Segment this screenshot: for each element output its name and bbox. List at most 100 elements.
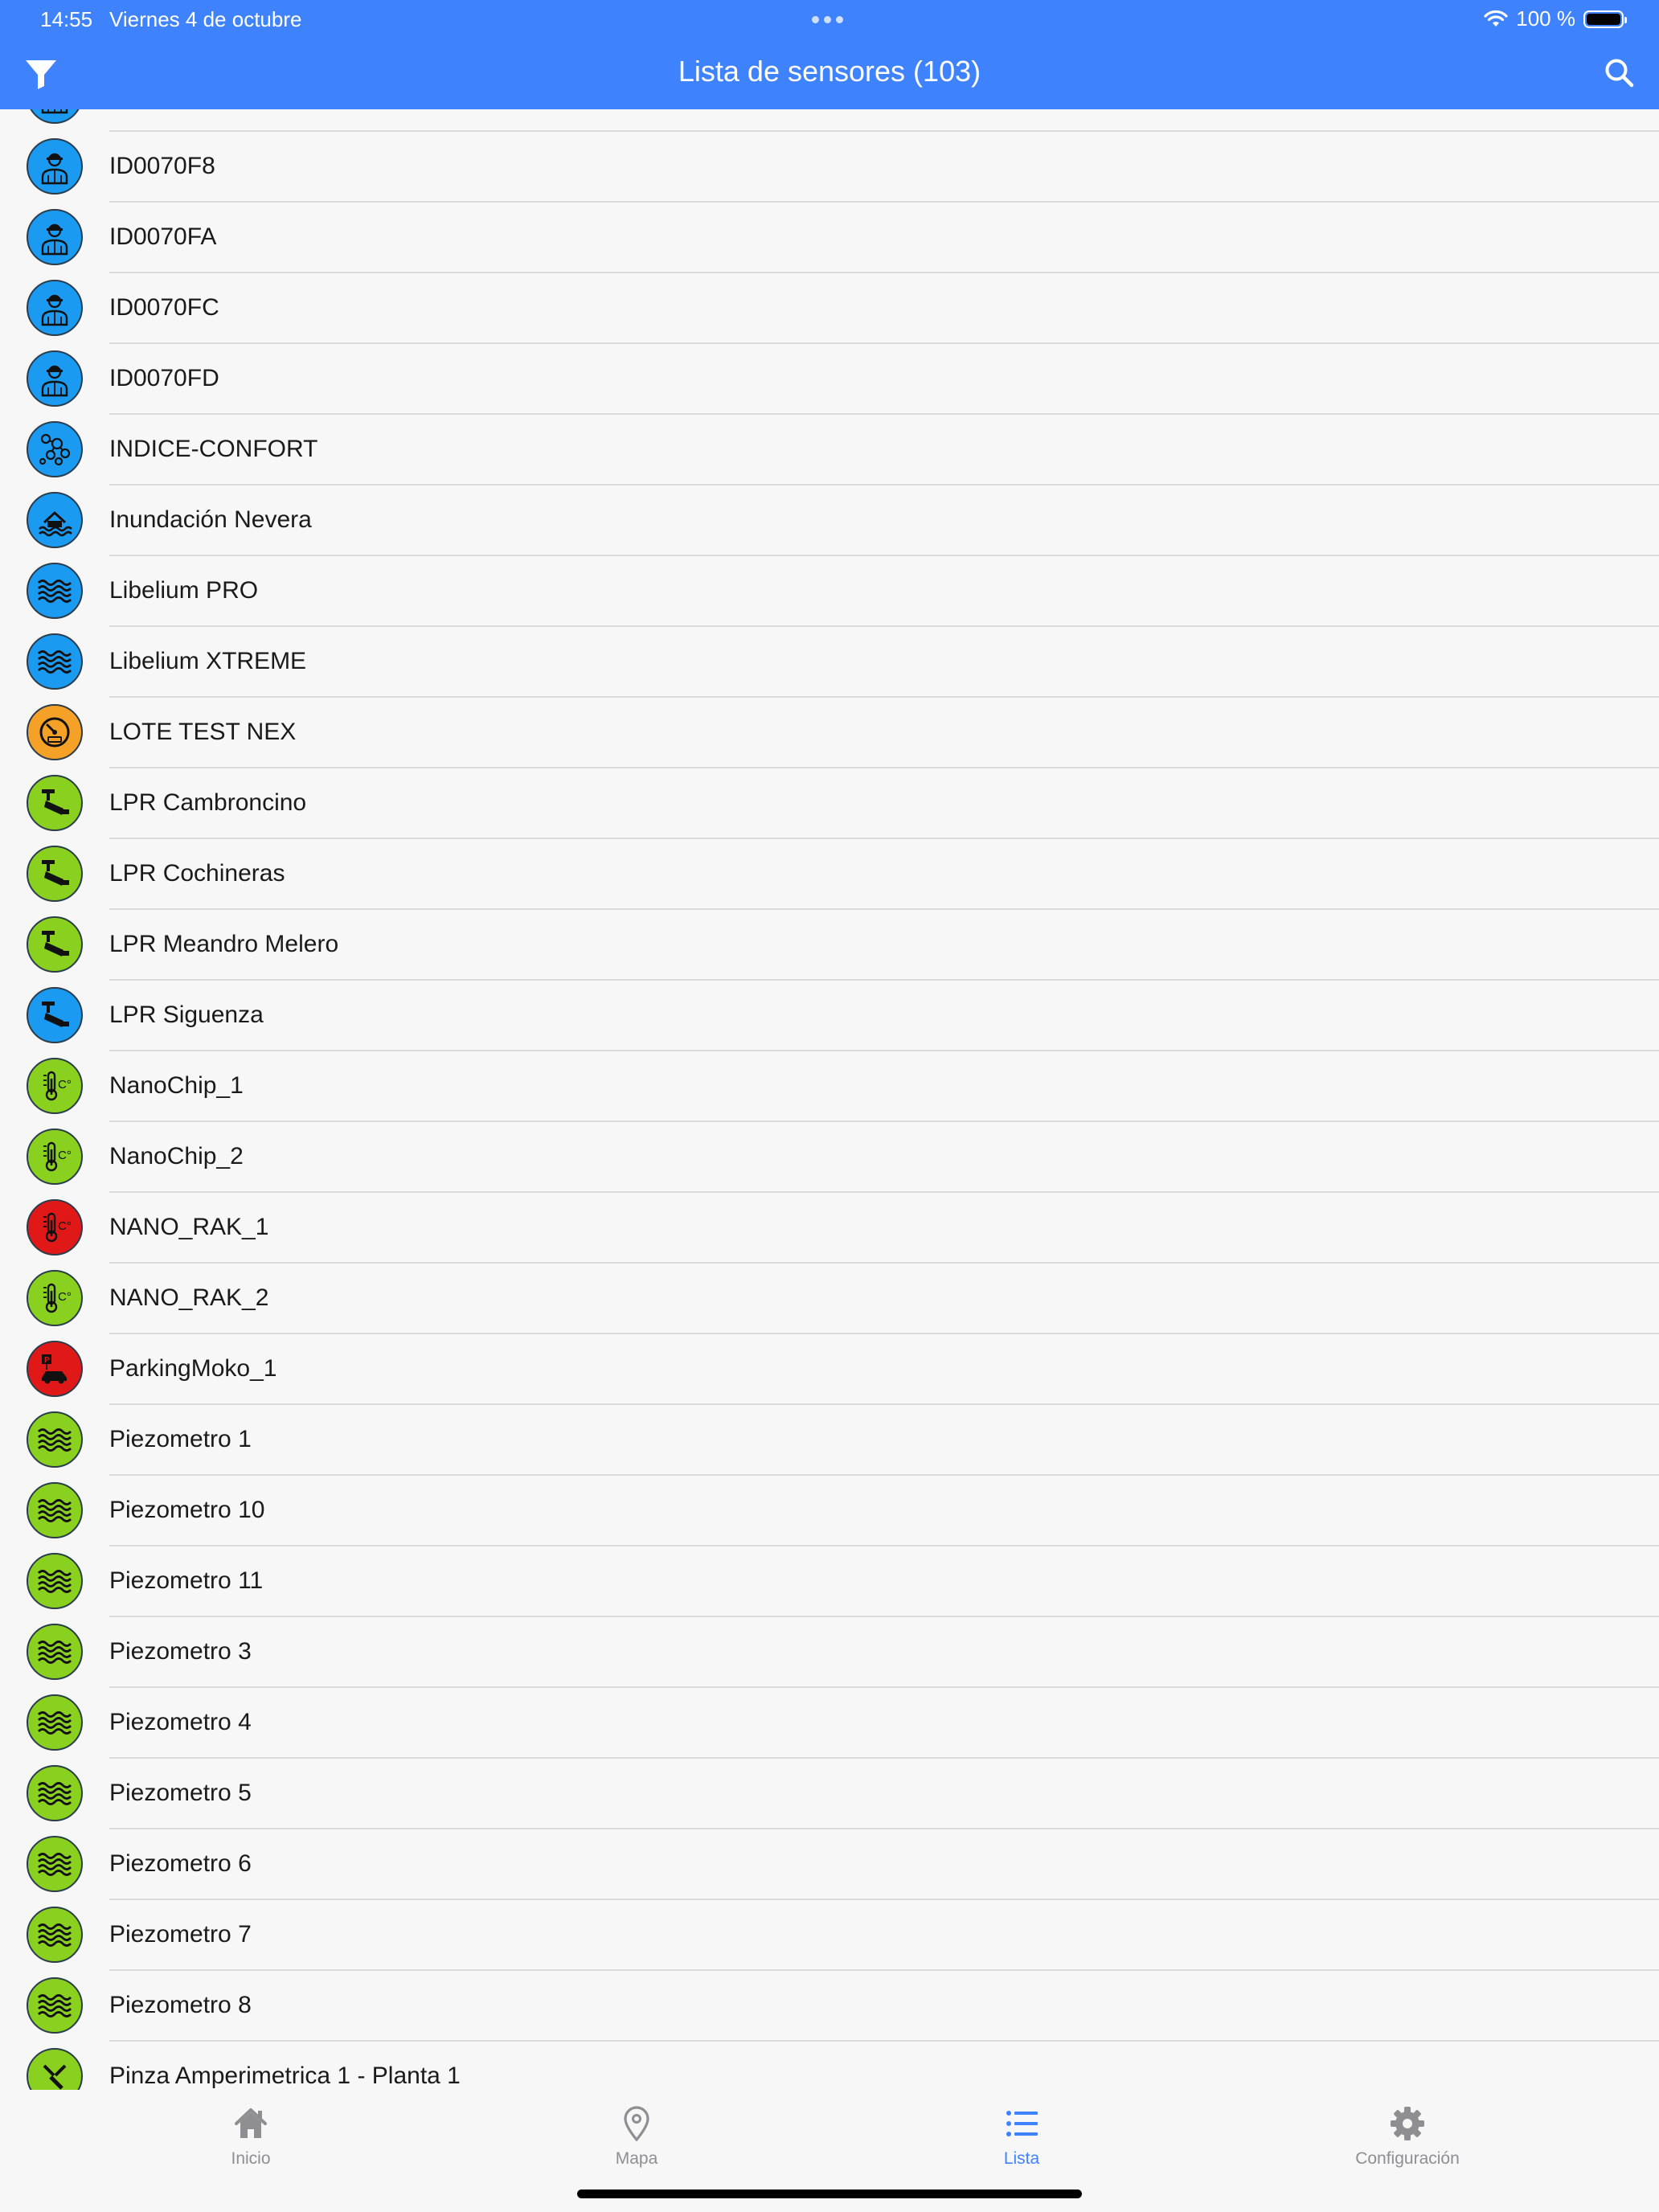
sensor-row[interactable]: LPR Cochineras [0,839,1659,910]
sensor-avatar [27,563,83,619]
tab-inicio[interactable]: Inicio [130,2104,371,2169]
waves-icon [38,1782,72,1805]
tab-configuracion-label: Configuración [1355,2149,1460,2168]
sensor-row[interactable]: Piezometro 5 [0,1759,1659,1829]
sensor-row[interactable]: Libelium PRO [0,556,1659,627]
waves-icon [38,1923,72,1947]
sensor-name: Piezometro 5 [109,1780,252,1806]
sensor-name: ParkingMoko_1 [109,1355,277,1382]
sensor-row[interactable]: P ParkingMoko_1 [0,1334,1659,1405]
sensor-avatar [27,1765,83,1821]
sensor-avatar [27,1907,83,1963]
sensor-row[interactable]: Piezometro 10 [0,1476,1659,1546]
sensor-row[interactable]: C° NANO_RAK_1 [0,1193,1659,1264]
sensor-row[interactable]: Piezometro 1 [0,1405,1659,1476]
sensor-row[interactable]: C° NANO_RAK_2 [0,1264,1659,1334]
sensor-row[interactable]: LPR Meandro Melero [0,910,1659,981]
sensor-avatar: C° [27,1199,83,1256]
sensor-avatar [27,109,83,124]
sensor-row[interactable]: LPR Cambroncino [0,768,1659,839]
status-right: 100 % [1484,6,1627,31]
worker-icon [41,365,68,397]
sensor-row[interactable]: ID0070FD [0,344,1659,415]
sensor-name: Piezometro 6 [109,1850,252,1877]
sensor-name: Piezometro 4 [109,1709,252,1735]
sensor-name: Piezometro 7 [109,1921,252,1948]
sensor-avatar [27,775,83,831]
thermometer-icon: C° [43,1071,72,1101]
sensor-row[interactable]: ID0070F8 [0,132,1659,203]
sensor-name: Pinza Amperimetrica 1 - Planta 1 [109,2062,461,2089]
sensor-name: NanoChip_2 [109,1143,244,1169]
search-icon [1605,59,1634,88]
sensor-name: LOTE TEST NEX [109,719,297,745]
traffic-camera-icon [42,789,69,815]
sensor-row[interactable]: Pinza Amperimetrica 1 - Planta 1 [0,2042,1659,2090]
sensor-name: LPR Siguenza [109,1002,264,1028]
sensor-row[interactable]: ID0070FA [0,203,1659,273]
tab-inicio-label: Inicio [231,2149,271,2168]
sensor-name: LPR Cochineras [109,860,285,887]
sensor-avatar: P [27,1341,83,1397]
sensor-avatar [27,1553,83,1609]
gear-icon [1391,2107,1424,2140]
sensor-row[interactable]: Piezometro 4 [0,1688,1659,1759]
tab-mapa[interactable]: Mapa [516,2104,757,2169]
home-icon [235,2108,267,2138]
molecules-icon [39,433,71,466]
waves-icon [38,1711,72,1735]
sensor-row[interactable]: Piezometro 11 [0,1546,1659,1617]
sensor-row[interactable]: Piezometro 6 [0,1829,1659,1900]
traffic-camera-icon [42,860,69,886]
sensor-name: Inundación Nevera [109,506,312,533]
sensor-row[interactable]: C° NanoChip_2 [0,1122,1659,1193]
svg-text:C°: C° [58,1078,72,1092]
sensor-list[interactable]: ID0070F6 ID0070F8 ID0070FA ID0070FC ID00… [0,109,1659,2090]
traffic-camera-icon [42,931,69,956]
sensor-name: Piezometro 1 [109,1426,252,1452]
sensor-row[interactable]: INDICE-CONFORT [0,415,1659,485]
gauge-icon [39,717,70,748]
sensor-avatar [27,633,83,690]
worker-icon [41,223,68,256]
sensor-row[interactable]: Piezometro 7 [0,1900,1659,1971]
sensor-row[interactable]: C° NanoChip_1 [0,1051,1659,1122]
tab-lista-label: Lista [1003,2149,1040,2168]
status-time: 14:55 [40,7,93,31]
sensor-avatar [27,846,83,902]
sensor-avatar [27,1694,83,1751]
search-button[interactable] [1603,56,1636,90]
waves-icon [38,1570,72,1593]
multitasking-dots-icon[interactable] [812,16,843,23]
sensor-row[interactable]: Piezometro 8 [0,1971,1659,2042]
sensor-avatar [27,1482,83,1538]
map-pin-icon [624,2106,649,2142]
tab-configuracion[interactable]: Configuración [1287,2104,1528,2169]
sensor-avatar [27,704,83,760]
sensor-row[interactable]: Libelium XTREME [0,627,1659,698]
waves-icon [38,1853,72,1876]
sensor-avatar [27,1624,83,1680]
tab-lista[interactable]: Lista [901,2104,1142,2169]
sensor-row[interactable]: ID0070FC [0,273,1659,344]
sensor-row[interactable]: LOTE TEST NEX [0,698,1659,768]
sensor-name: NANO_RAK_1 [109,1214,269,1240]
sensor-name: ID0070F8 [109,153,215,179]
clamp-meter-icon [43,2064,67,2090]
waves-icon [38,1499,72,1522]
sensor-row[interactable]: Inundación Nevera [0,485,1659,556]
sensor-list-content: ID0070F6 ID0070F8 ID0070FA ID0070FC ID00… [0,109,1659,2090]
waves-icon [38,650,72,674]
sensor-name: Piezometro 10 [109,1497,265,1523]
sensor-avatar [27,916,83,973]
sensor-row[interactable]: ID0070F6 [0,109,1659,132]
sensor-avatar [27,280,83,336]
home-indicator [577,2189,1082,2198]
sensor-avatar [27,1411,83,1468]
sensor-row[interactable]: LPR Siguenza [0,981,1659,1051]
sensor-name: ID0070FD [109,365,219,391]
sensor-name: Piezometro 8 [109,1992,252,2018]
sensor-row[interactable]: Piezometro 3 [0,1617,1659,1688]
waves-icon [38,1428,72,1452]
sensor-name: Libelium PRO [109,577,259,604]
